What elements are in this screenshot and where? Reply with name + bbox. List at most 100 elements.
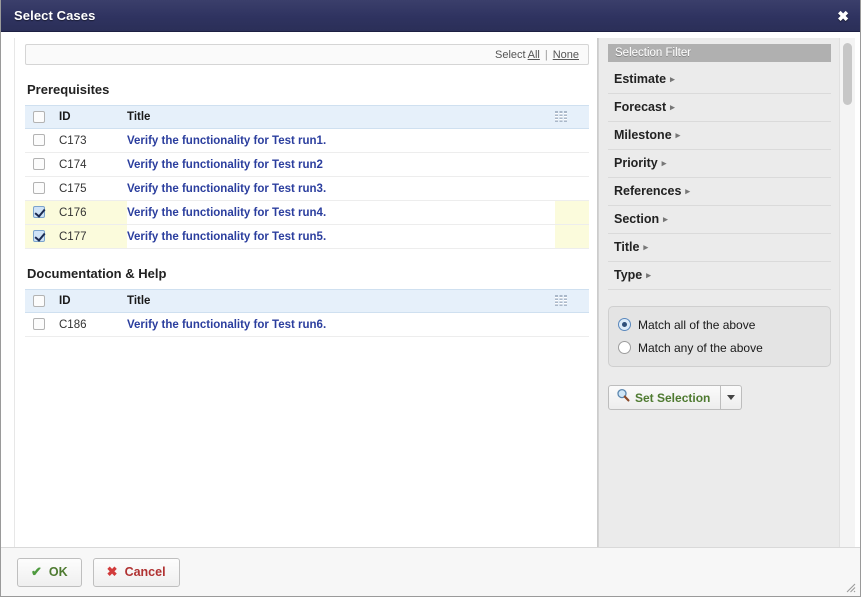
set-selection-button[interactable]: Set Selection xyxy=(608,385,722,410)
filter-item-section[interactable]: Section ▸ xyxy=(608,206,831,234)
row-id: C176 xyxy=(59,200,127,225)
selection-filter-pane: Selection Filter Estimate ▸ Forecast ▸ Miles… xyxy=(598,38,855,547)
cross-icon: ✖ xyxy=(106,564,118,579)
set-selection-control: Set Selection xyxy=(608,385,743,410)
filter-item-priority[interactable]: Priority ▸ xyxy=(608,150,831,178)
row-checkbox[interactable] xyxy=(33,230,45,243)
row-end-cell xyxy=(555,152,589,177)
row-title-link[interactable]: Verify the functionality for Test run3. xyxy=(127,183,326,195)
ok-button[interactable]: ✔ OK xyxy=(17,557,82,587)
row-title-link[interactable]: Verify the functionality for Test run5. xyxy=(127,231,326,243)
close-icon[interactable]: ✖ xyxy=(837,9,849,23)
filter-item-milestone[interactable]: Milestone ▸ xyxy=(608,122,831,150)
row-title-link[interactable]: Verify the functionality for Test run4. xyxy=(127,207,326,219)
row-title-link[interactable]: Verify the functionality for Test run6. xyxy=(127,319,326,331)
filter-item-type[interactable]: Type ▸ xyxy=(608,262,831,290)
select-none-link[interactable]: None xyxy=(553,49,579,61)
row-select-cell xyxy=(25,224,59,249)
row-end-cell xyxy=(555,224,589,249)
filter-list: Estimate ▸ Forecast ▸ Milestone ▸ Priority ▸ Ref… xyxy=(608,66,831,290)
dialog-title: Select Cases xyxy=(14,8,96,23)
header-title: Title xyxy=(127,289,555,313)
radio-button[interactable] xyxy=(618,318,631,331)
row-checkbox[interactable] xyxy=(33,318,45,331)
header-select-all-checkbox[interactable] xyxy=(33,294,45,307)
header-id: ID xyxy=(59,289,127,313)
radio-button[interactable] xyxy=(618,341,631,354)
header-select-all-checkbox[interactable] xyxy=(33,110,45,123)
row-checkbox[interactable] xyxy=(33,134,45,147)
select-label: Select xyxy=(495,48,526,61)
chevron-right-icon: ▸ xyxy=(670,102,675,112)
columns-icon[interactable] xyxy=(555,295,567,307)
cancel-button-label: Cancel xyxy=(124,565,166,579)
row-id: C174 xyxy=(59,152,127,177)
filter-item-label: Priority xyxy=(614,156,658,170)
filter-item-label: Section xyxy=(614,212,660,226)
magnifier-icon xyxy=(616,388,630,407)
row-title-cell: Verify the functionality for Test run1. xyxy=(127,128,555,153)
filter-item-forecast[interactable]: Forecast ▸ xyxy=(608,94,831,122)
set-selection-label: Set Selection xyxy=(635,390,711,405)
filter-item-references[interactable]: References ▸ xyxy=(608,178,831,206)
table-row[interactable]: C186 Verify the functionality for Test ru… xyxy=(25,312,589,337)
row-select-cell xyxy=(25,200,59,225)
header-select-all-cell xyxy=(25,105,59,129)
chevron-right-icon: ▸ xyxy=(643,242,649,252)
resize-grip-icon[interactable] xyxy=(843,580,856,593)
row-title-link[interactable]: Verify the functionality for Test run1. xyxy=(127,135,326,147)
row-end-cell xyxy=(555,312,589,337)
selection-filter-header: Selection Filter xyxy=(608,44,831,62)
row-id: C177 xyxy=(59,224,127,249)
row-end-cell xyxy=(555,200,589,225)
check-icon: ✔ xyxy=(31,564,42,579)
table-row[interactable]: C175 Verify the functionality for Test ru… xyxy=(25,176,589,201)
table-row[interactable]: C174 Verify the functionality for Test ru… xyxy=(25,152,589,177)
cases-pane-content: Select All | None Prerequisites ID Title… xyxy=(15,38,597,547)
dialog-titlebar: Select Cases ✖ xyxy=(1,0,860,32)
chevron-right-icon: ▸ xyxy=(685,186,690,196)
ok-button-label: OK xyxy=(48,565,68,579)
sidebar-scrollbar[interactable] xyxy=(839,38,855,547)
filter-item-label: Type xyxy=(614,268,643,282)
match-option-any[interactable]: Match any of the above xyxy=(618,338,821,357)
header-columns-cell xyxy=(555,105,589,129)
row-end-cell xyxy=(555,128,589,153)
row-title-cell: Verify the functionality for Test run5. xyxy=(127,224,555,249)
filter-item-estimate[interactable]: Estimate ▸ xyxy=(608,66,831,94)
row-select-cell xyxy=(25,128,59,153)
cases-pane-scroll-gutter[interactable] xyxy=(6,38,15,547)
row-id: C173 xyxy=(59,128,127,153)
chevron-right-icon: ▸ xyxy=(670,74,675,84)
row-checkbox[interactable] xyxy=(33,206,45,219)
filter-item-label: Forecast xyxy=(614,100,667,114)
select-separator: | xyxy=(544,48,548,61)
header-columns-cell xyxy=(555,289,589,313)
row-checkbox[interactable] xyxy=(33,158,45,171)
columns-icon[interactable] xyxy=(555,111,567,123)
chevron-right-icon: ▸ xyxy=(646,270,651,280)
sidebar-scrollbar-thumb[interactable] xyxy=(843,43,852,105)
row-title-cell: Verify the functionality for Test run6. xyxy=(127,312,555,337)
caret-down-icon xyxy=(727,395,736,400)
row-title-link[interactable]: Verify the functionality for Test run2 xyxy=(127,159,323,171)
table-row[interactable]: C177 Verify the functionality for Test ru… xyxy=(25,224,589,249)
dialog-body: Select All | None Prerequisites ID Title… xyxy=(1,32,860,547)
dialog-footer: ✔ OK ✖ Cancel xyxy=(1,547,860,596)
match-options-box: Match all of the above Match any of the a… xyxy=(608,306,831,367)
row-select-cell xyxy=(25,312,59,337)
row-checkbox[interactable] xyxy=(33,182,45,195)
table-row[interactable]: C176 Verify the functionality for Test ru… xyxy=(25,200,589,225)
select-all-link[interactable]: All xyxy=(528,49,540,61)
filter-item-title[interactable]: Title ▸ xyxy=(608,234,831,262)
filter-item-label: Milestone xyxy=(614,128,672,142)
row-title-cell: Verify the functionality for Test run4. xyxy=(127,200,555,225)
set-selection-dropdown-button[interactable] xyxy=(721,385,743,410)
group-title-prerequisites: Prerequisites xyxy=(27,82,110,97)
match-option-all[interactable]: Match all of the above xyxy=(618,315,821,334)
table-row[interactable]: C173 Verify the functionality for Test ru… xyxy=(25,128,589,153)
cancel-button[interactable]: ✖ Cancel xyxy=(92,557,180,587)
cases-table-prerequisites: ID Title C173 Verify the functionality f… xyxy=(25,105,589,249)
chevron-right-icon: ▸ xyxy=(661,158,667,168)
chevron-right-icon: ▸ xyxy=(663,214,668,224)
